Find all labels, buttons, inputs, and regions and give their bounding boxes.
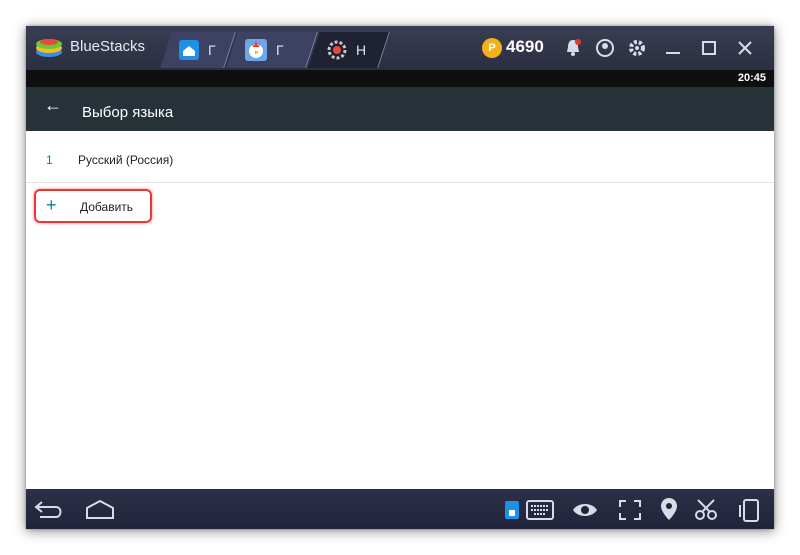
app-title: BlueStacks	[70, 38, 146, 55]
language-name: Русский (Россия)	[78, 153, 174, 167]
home-icon	[179, 40, 199, 60]
tab-settings[interactable]: Н	[308, 32, 390, 68]
language-index: 1	[46, 153, 53, 167]
language-list: 1 Русский (Россия) + Добавить	[26, 131, 774, 489]
minimize-icon[interactable]	[662, 37, 684, 59]
scissors-icon[interactable]	[694, 499, 718, 521]
android-status-bar: 20:45	[26, 70, 774, 87]
close-icon[interactable]	[734, 37, 756, 59]
list-item[interactable]: 1 Русский (Россия)	[26, 131, 774, 183]
back-icon[interactable]	[32, 499, 66, 521]
game-icon	[245, 39, 267, 61]
fullscreen-icon[interactable]	[618, 499, 642, 521]
keyboard-icon[interactable]	[526, 500, 554, 520]
back-arrow-icon[interactable]: ←	[44, 95, 62, 116]
maximize-icon[interactable]	[698, 37, 720, 59]
settings-gear-icon	[327, 40, 347, 60]
tab-game-label: Г	[276, 42, 284, 58]
tab-game[interactable]: Г	[226, 32, 318, 68]
tab-home[interactable]: Г	[160, 32, 236, 68]
page-title: Выбор языка	[82, 104, 174, 121]
tab-settings-label: Н	[356, 42, 367, 58]
account-icon[interactable]	[594, 37, 616, 59]
coin-icon: P	[482, 38, 502, 58]
app-bar: ← Выбор языка	[26, 87, 774, 131]
phone-toggle-icon[interactable]	[504, 500, 520, 520]
add-language-button[interactable]: + Добавить	[34, 189, 152, 223]
status-time: 20:45	[737, 72, 766, 84]
tab-home-label: Г	[208, 42, 216, 58]
title-bar: BlueStacks Г Г Н P 4690	[26, 26, 774, 70]
bluestacks-window: BlueStacks Г Г Н P 4690 20:45 ← Выбор яз…	[26, 26, 774, 529]
gear-icon[interactable]	[626, 37, 648, 59]
bluestacks-logo-icon	[36, 39, 62, 57]
eye-icon[interactable]	[572, 501, 598, 519]
notification-bell-icon[interactable]	[562, 37, 584, 59]
add-language-label: Добавить	[80, 200, 134, 214]
bluestacks-nav-bar	[26, 489, 774, 529]
location-pin-icon[interactable]	[660, 497, 678, 521]
coin-count[interactable]: 4690	[506, 37, 544, 57]
home-nav-icon[interactable]	[84, 499, 116, 521]
plus-icon: +	[46, 195, 57, 215]
rotate-device-icon[interactable]	[738, 497, 762, 523]
